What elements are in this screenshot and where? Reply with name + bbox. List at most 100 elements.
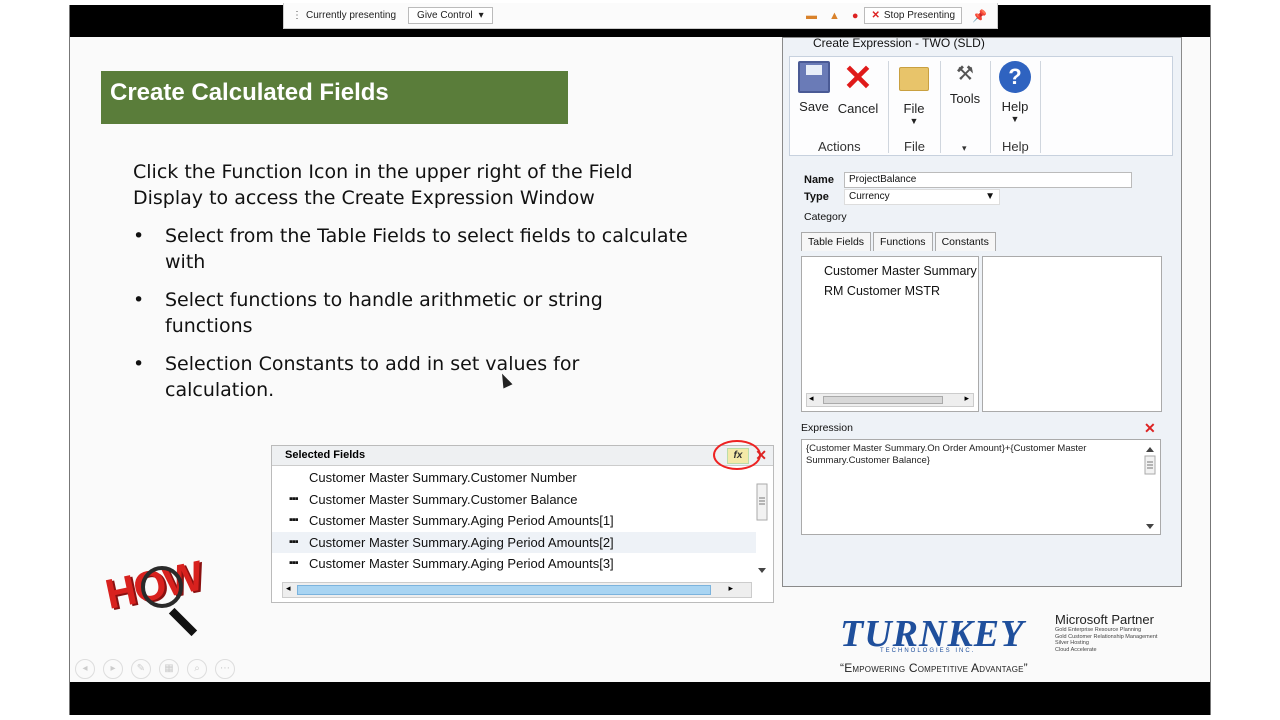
- ribbon-group-help: Help: [1002, 139, 1029, 154]
- arrow-right-icon[interactable]: ▸: [964, 393, 969, 404]
- chevron-down-icon: ▼: [909, 116, 919, 126]
- zoom-icon[interactable]: ⌕: [187, 659, 207, 679]
- chevron-down-icon: ▾: [478, 10, 484, 21]
- expression-textarea[interactable]: {Customer Master Summary.On Order Amount…: [801, 439, 1161, 535]
- file-label: File: [903, 101, 925, 116]
- list-item[interactable]: ▪▪▪ Customer Master Summary.Aging Period …: [272, 553, 756, 575]
- more-icon[interactable]: ⋯: [215, 659, 235, 679]
- scrollbar-thumb[interactable]: [297, 585, 711, 595]
- tab-table-fields[interactable]: Table Fields: [801, 232, 872, 251]
- magnifier-handle: [168, 607, 198, 637]
- tools-label: Tools: [949, 91, 981, 106]
- next-icon[interactable]: ▸: [103, 659, 123, 679]
- help-icon: ?: [999, 61, 1031, 93]
- drag-handle-icon: ▪▪▪: [289, 535, 299, 548]
- warning-icon[interactable]: ▲: [829, 10, 840, 22]
- create-expression-window: Create Expression - TWO (SLD) Save ✕ Can…: [782, 37, 1182, 587]
- scrollbar-thumb[interactable]: [823, 396, 943, 404]
- list-item[interactable]: Customer Master Summary.Customer Number: [272, 467, 756, 489]
- type-label: Type: [804, 191, 829, 203]
- give-control-label: Give Control: [417, 10, 473, 21]
- drag-handle-icon: ▪▪▪: [289, 492, 299, 505]
- cancel-button[interactable]: ✕ Cancel: [836, 57, 880, 117]
- slides-icon[interactable]: ▦: [159, 659, 179, 679]
- tools-button[interactable]: ⚒ Tools: [946, 61, 984, 106]
- tree-item[interactable]: Customer Master Summary: [802, 261, 978, 281]
- ms-partner-title: Microsoft Partner: [1055, 612, 1154, 627]
- save-label: Save: [799, 99, 829, 114]
- record-icon[interactable]: ●: [852, 10, 859, 22]
- function-icon[interactable]: fx: [727, 448, 749, 464]
- selected-fields-header: Selected Fields fx ✕: [272, 440, 773, 470]
- list-item-label: Customer Master Summary.Aging Period Amo…: [309, 556, 614, 571]
- drag-grip-icon[interactable]: ⋮: [292, 10, 302, 21]
- bullet-item: Select from the Table Fields to select f…: [133, 223, 693, 275]
- give-control-button[interactable]: Give Control ▾: [408, 7, 493, 24]
- file-button[interactable]: File ▼: [894, 61, 934, 126]
- table-fields-tree: Customer Master Summary RM Customer MSTR…: [801, 256, 979, 412]
- bullet-list: Select from the Table Fields to select f…: [133, 223, 693, 403]
- chat-icon[interactable]: ▬: [806, 10, 817, 22]
- selected-fields-panel: Selected Fields fx ✕ Customer Master Sum…: [271, 440, 774, 603]
- expression-label: Expression: [801, 422, 853, 434]
- name-label: Name: [804, 174, 834, 186]
- slide-nav-controls: ◂ ▸ ✎ ▦ ⌕ ⋯: [75, 659, 235, 679]
- arrow-left-icon[interactable]: ◂: [286, 583, 291, 594]
- name-input[interactable]: ProjectBalance: [844, 172, 1132, 188]
- tab-constants[interactable]: Constants: [934, 232, 996, 251]
- turnkey-subtitle: TECHNOLOGIES INC.: [880, 648, 976, 654]
- close-icon[interactable]: ✕: [755, 447, 767, 464]
- ribbon: Save ✕ Cancel Actions File ▼ File ⚒ Tool…: [789, 56, 1173, 156]
- horizontal-scrollbar[interactable]: ◂ ▸: [282, 582, 752, 598]
- drag-handle-icon: ▪▪▪: [289, 514, 299, 526]
- drag-handle-icon: ▪▪▪: [289, 557, 299, 569]
- slide-body: Click the Function Icon in the upper rig…: [133, 159, 693, 415]
- vertical-scrollbar[interactable]: [755, 468, 769, 576]
- bullet-item: Select functions to handle arithmetic or…: [133, 287, 693, 339]
- cancel-label: Cancel: [837, 101, 879, 116]
- save-button[interactable]: Save: [796, 61, 832, 114]
- letterbox-bottom: [70, 682, 1210, 715]
- close-icon: ✕: [871, 10, 880, 21]
- list-item-label: Customer Master Summary.Aging Period Amo…: [309, 513, 614, 528]
- list-item-label: Customer Master Summary.Aging Period Amo…: [309, 534, 614, 550]
- arrow-left-icon[interactable]: ◂: [809, 393, 814, 404]
- ribbon-group-expand-icon[interactable]: ▾: [962, 143, 967, 154]
- tools-icon: ⚒: [956, 63, 974, 85]
- list-item[interactable]: ▪▪▪ Customer Master Summary.Aging Period …: [272, 510, 756, 532]
- chevron-down-icon: ▼: [1010, 114, 1020, 124]
- bullet-item: Selection Constants to add in set values…: [133, 351, 693, 403]
- list-item[interactable]: ▪▪▪ Customer Master Summary.Aging Period …: [272, 531, 756, 553]
- previous-icon[interactable]: ◂: [75, 659, 95, 679]
- screen: ⋮ Currently presenting Give Control ▾ ▬ …: [0, 0, 1280, 720]
- pen-icon[interactable]: ✎: [131, 659, 151, 679]
- ribbon-divider: [1040, 61, 1041, 153]
- tab-functions[interactable]: Functions: [873, 232, 933, 251]
- list-item[interactable]: ▪▪▪ Customer Master Summary.Customer Bala…: [272, 489, 756, 511]
- slide-intro: Click the Function Icon in the upper rig…: [133, 161, 633, 209]
- tree-item[interactable]: RM Customer MSTR: [802, 281, 978, 301]
- ribbon-divider: [888, 61, 889, 153]
- stop-presenting-button[interactable]: ✕ Stop Presenting: [864, 7, 963, 24]
- tagline: “Empowering Competitive Advantage”: [840, 661, 1028, 675]
- ms-partner-line: Cloud Accelerate: [1055, 646, 1097, 653]
- ribbon-group-actions: Actions: [818, 139, 861, 154]
- folder-icon: [899, 67, 929, 91]
- cancel-icon: ✕: [842, 57, 874, 98]
- vertical-scrollbar[interactable]: [1144, 444, 1156, 532]
- type-select[interactable]: Currency ▼: [844, 189, 1000, 205]
- clear-expression-icon[interactable]: ✕: [1144, 420, 1156, 437]
- field-detail-pane: [982, 256, 1162, 412]
- tab-strip: Table Fields Functions Constants: [801, 232, 996, 251]
- frame-edge-right: [1210, 5, 1211, 715]
- presenting-status: Currently presenting: [306, 10, 397, 21]
- pin-icon[interactable]: 📌: [972, 9, 987, 23]
- help-label: Help: [1001, 99, 1029, 114]
- selected-fields-title: Selected Fields: [285, 449, 366, 461]
- help-button[interactable]: ? Help ▼: [996, 61, 1034, 124]
- category-label: Category: [804, 211, 847, 223]
- selected-fields-list: Customer Master Summary.Customer Number …: [272, 467, 756, 577]
- horizontal-scrollbar[interactable]: ◂ ▸: [806, 393, 974, 407]
- arrow-right-icon[interactable]: ▸: [728, 583, 733, 594]
- list-item-label: Customer Master Summary.Customer Number: [309, 470, 577, 485]
